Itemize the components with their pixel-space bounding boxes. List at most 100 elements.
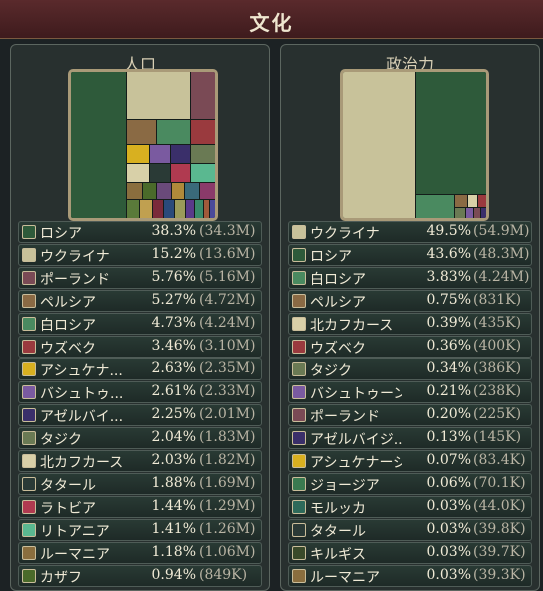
culture-row[interactable]: ロシア 43.6% (48.3M) [288, 243, 532, 266]
culture-row[interactable]: ロシア 38.3% (34.3M) [18, 221, 262, 243]
culture-row[interactable]: タタール 0.03% (39.8K) [288, 518, 532, 541]
culture-row[interactable]: 白ロシア 4.73% (4.24M) [18, 312, 262, 335]
culture-percentage: 0.03% [426, 497, 471, 514]
treemap-cell-pashtun [466, 208, 473, 218]
culture-row[interactable]: ウズベク 0.36% (400K) [288, 335, 532, 358]
culture-amount: (831K) [473, 291, 522, 308]
culture-percentage: 1.41% [151, 520, 196, 537]
culture-row[interactable]: ルーマニア 0.03% (39.3K) [288, 564, 532, 587]
treemap-cell-persia [455, 195, 467, 207]
culture-row[interactable]: カザフ 0.94% (849K) [18, 564, 262, 587]
culture-name: タジク [40, 432, 82, 449]
culture-color-swatch [22, 385, 36, 400]
culture-percentage: 0.03% [426, 520, 471, 537]
culture-name: 北カフカース [40, 455, 124, 471]
culture-color-swatch [292, 499, 306, 514]
culture-row[interactable]: ペルシア 0.75% (831K) [288, 289, 532, 312]
culture-amount: (2.33M) [199, 383, 256, 400]
culture-row[interactable]: バシュトゥ... 2.61% (2.33M) [18, 381, 262, 404]
treemap-cell-tajik [455, 208, 465, 218]
culture-row[interactable]: バシュトゥーン 0.21% (238K) [288, 381, 532, 404]
culture-row[interactable]: ウクライナ 49.5% (54.9M) [288, 221, 532, 243]
culture-amount: (3.10M) [199, 337, 256, 354]
treemap-cell-ashkenazi [127, 145, 149, 163]
culture-row[interactable]: ルーマニア 1.18% (1.06M) [18, 541, 262, 564]
culture-amount: (1.06M) [199, 543, 256, 560]
culture-percentage: 3.83% [426, 268, 471, 285]
treemap-cell-minor [157, 183, 171, 199]
culture-row[interactable]: アゼルバイジ... 0.13% (145K) [288, 427, 532, 450]
treemap-cell-pashtun [150, 145, 170, 163]
culture-percentage: 49.5% [426, 223, 471, 239]
culture-row[interactable]: モルッカ 0.03% (44.0K) [288, 495, 532, 518]
culture-name: タタール [310, 523, 366, 540]
culture-row[interactable]: ウクライナ 15.2% (13.6M) [18, 243, 262, 266]
culture-name: リトアニア [40, 523, 110, 540]
culture-name: ルーマニア [40, 546, 110, 563]
culture-color-swatch [292, 408, 306, 423]
culture-amount: (225K) [473, 406, 522, 423]
treemap-cell-minor [195, 200, 203, 218]
treemap-cell-minor [204, 200, 209, 218]
culture-amount: (4.24M) [473, 268, 530, 285]
treemap-cell-azerbaijani [171, 145, 190, 163]
culture-name: ウクライナ [310, 226, 380, 242]
culture-row[interactable]: タジク 2.04% (1.83M) [18, 427, 262, 450]
culture-amount: (386K) [473, 360, 522, 377]
culture-row[interactable]: ポーランド 5.76% (5.16M) [18, 266, 262, 289]
culture-row[interactable]: キルギス 0.03% (39.7K) [288, 541, 532, 564]
treemap-cell-belarus [157, 120, 190, 144]
culture-row[interactable]: ラトビア 1.44% (1.29M) [18, 495, 262, 518]
culture-percentage: 5.27% [151, 291, 196, 308]
culture-name: モルッカ [310, 500, 366, 517]
treemap-cell-russia [416, 72, 486, 194]
population-panel: 人口 ロシア 38.3% (34.3M) ウクライナ 15.2% (13.6M) ポーランド… [10, 44, 270, 591]
culture-row[interactable]: リトアニア 1.41% (1.26M) [18, 518, 262, 541]
culture-color-swatch [22, 499, 36, 514]
culture-percentage: 1.44% [151, 497, 196, 514]
treemap-cell-uzbek [478, 195, 486, 207]
culture-name: アシュケナ... [40, 363, 123, 380]
culture-row[interactable]: タタール 1.88% (1.69M) [18, 472, 262, 495]
culture-color-swatch [22, 545, 36, 560]
treemap-cell-lithuanian [191, 164, 215, 182]
culture-row[interactable]: ウズベク 3.46% (3.10M) [18, 335, 262, 358]
culture-color-swatch [292, 362, 306, 377]
population-treemap [68, 69, 218, 221]
culture-amount: (39.3K) [473, 566, 526, 583]
culture-row[interactable]: アシュケナージ 0.07% (83.4K) [288, 450, 532, 472]
culture-amount: (13.6M) [199, 245, 256, 262]
culture-name: ウクライナ [40, 248, 110, 265]
culture-color-swatch [22, 476, 36, 491]
window-title: 文化 [249, 11, 294, 35]
culture-color-swatch [22, 431, 36, 446]
culture-amount: (1.83M) [199, 429, 256, 446]
culture-percentage: 0.07% [426, 452, 471, 468]
culture-color-swatch [22, 270, 36, 285]
culture-row[interactable]: アシュケナ... 2.63% (2.35M) [18, 358, 262, 381]
culture-row[interactable]: 北カフカース 2.03% (1.82M) [18, 450, 262, 472]
culture-row[interactable]: タジク 0.34% (386K) [288, 358, 532, 381]
treemap-cell-uzbek [191, 120, 215, 144]
political-power-treemap [340, 69, 489, 221]
culture-color-swatch [22, 522, 36, 537]
culture-row[interactable]: ポーランド 0.20% (225K) [288, 404, 532, 427]
culture-row[interactable]: 北カフカース 0.39% (435K) [288, 312, 532, 335]
culture-row[interactable]: アゼルバイ... 2.25% (2.01M) [18, 404, 262, 427]
culture-name: ロシア [40, 226, 82, 242]
culture-row[interactable]: ジョージア 0.06% (70.1K) [288, 472, 532, 495]
culture-percentage: 0.75% [426, 291, 471, 308]
culture-color-swatch [292, 568, 306, 583]
treemap-cell-north-caucasian [127, 164, 149, 182]
culture-amount: (1.82M) [199, 452, 256, 468]
culture-percentage: 0.13% [426, 429, 471, 446]
culture-row[interactable]: ペルシア 5.27% (4.72M) [18, 289, 262, 312]
culture-color-swatch [292, 339, 306, 354]
culture-amount: (5.16M) [199, 268, 256, 285]
culture-percentage: 43.6% [426, 245, 471, 262]
treemap-cell-kazakh [143, 183, 156, 199]
treemap-cell-minor [172, 183, 184, 199]
culture-row[interactable]: 白ロシア 3.83% (4.24M) [288, 266, 532, 289]
culture-amount: (145K) [473, 429, 522, 446]
culture-color-swatch [292, 270, 306, 285]
